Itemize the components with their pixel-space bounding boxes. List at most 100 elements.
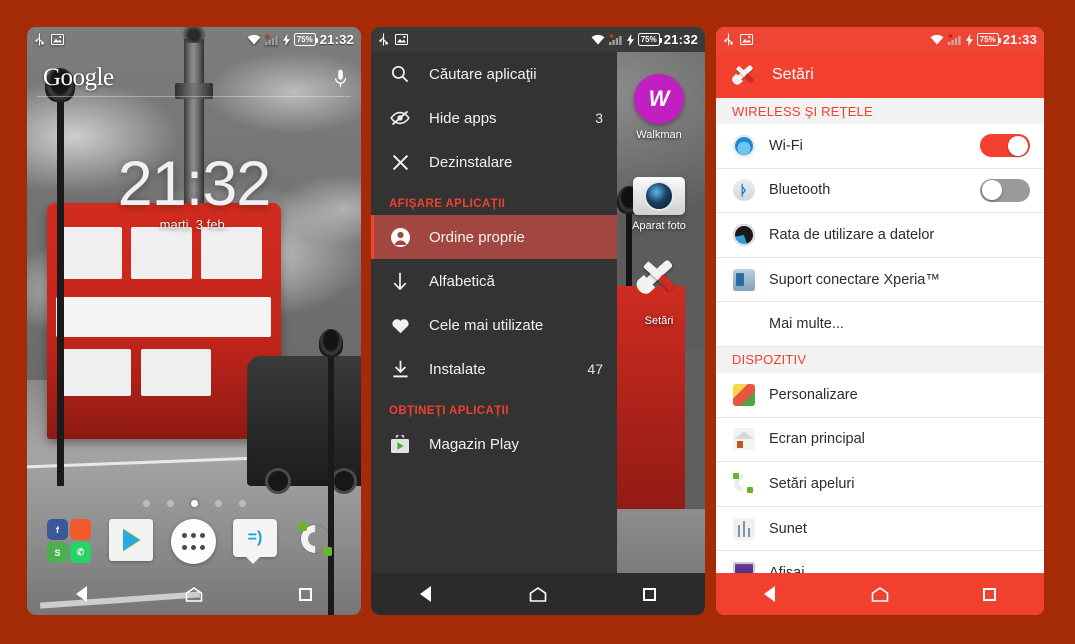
data-usage-icon xyxy=(732,223,756,247)
app-camera[interactable]: Aparat foto xyxy=(617,171,701,232)
menu-section-title-display: AFIŞARE APLICAŢII xyxy=(389,198,506,210)
page-dot[interactable] xyxy=(166,500,174,507)
home-dock: f S ✆ =) xyxy=(27,511,361,573)
page-dot[interactable] xyxy=(238,500,246,507)
charging-bolt-icon xyxy=(282,33,290,46)
menu-item-label: Instalate xyxy=(429,360,486,378)
menu-item-label: Ordine proprie xyxy=(429,228,525,246)
back-icon[interactable] xyxy=(420,586,431,602)
dock-messaging[interactable]: =) xyxy=(233,519,279,565)
whatsapp-icon: ✆ xyxy=(70,542,91,563)
menu-item-label: Dezinstalare xyxy=(429,153,513,171)
close-x-icon xyxy=(389,154,411,171)
phone-home-screen: 75% 21:32 Google 21:32 marți, 3 feb. f S… xyxy=(27,27,361,615)
cellular-signal-error-icon xyxy=(947,34,962,45)
messaging-icon: =) xyxy=(233,519,277,564)
settings-row-label: Bluetooth xyxy=(769,182,831,199)
app-label: Aparat foto xyxy=(632,220,686,232)
settings-row-call-settings[interactable]: Setări apeluri xyxy=(716,462,1044,507)
wifi-toggle[interactable] xyxy=(980,134,1030,158)
walkman-icon: W xyxy=(634,74,684,124)
dock-app-drawer-button[interactable] xyxy=(171,519,217,565)
back-icon[interactable] xyxy=(76,586,87,602)
menu-item-installed[interactable]: Instalate 47 xyxy=(371,347,617,391)
facebook-icon: f xyxy=(47,519,68,540)
menu-item-hide-apps[interactable]: Hide apps 3 xyxy=(371,96,617,140)
battery-indicator: 75% xyxy=(637,33,662,46)
status-bar: 75% 21:33 xyxy=(716,27,1044,52)
dock-folder[interactable]: f S ✆ xyxy=(47,519,93,565)
bluetooth-toggle[interactable] xyxy=(980,178,1030,202)
settings-row-label: Mai multe... xyxy=(769,316,844,333)
settings-row-data-usage[interactable]: Rata de utilizare a datelor xyxy=(716,213,1044,258)
microphone-icon[interactable] xyxy=(334,69,347,88)
usb-icon xyxy=(35,33,44,46)
settings-row-more[interactable]: Mai multe... xyxy=(716,302,1044,347)
page-dot[interactable] xyxy=(142,500,150,507)
settings-row-sound[interactable]: Sunet xyxy=(716,506,1044,552)
heart-icon xyxy=(389,317,411,334)
home-icon[interactable] xyxy=(185,587,203,602)
download-icon xyxy=(389,360,411,378)
menu-item-alphabetical[interactable]: Alfabetică xyxy=(371,259,617,303)
menu-item-uninstall[interactable]: Dezinstalare xyxy=(371,140,617,184)
settings-row-personalization[interactable]: Personalizare xyxy=(716,372,1044,418)
usb-icon xyxy=(379,33,388,46)
settings-row-home-screen[interactable]: Ecran principal xyxy=(716,417,1044,463)
dock-phone[interactable] xyxy=(295,519,341,565)
navigation-bar xyxy=(27,573,361,615)
settings-wrench-icon xyxy=(730,64,755,84)
screenshot-canvas: 75% 21:32 Google 21:32 marți, 3 feb. f S… xyxy=(0,0,1075,644)
hide-apps-icon xyxy=(389,110,411,126)
settings-row-bluetooth[interactable]: ᚦ Bluetooth xyxy=(716,168,1044,214)
charging-bolt-icon xyxy=(965,33,973,46)
menu-item-most-used[interactable]: Cele mai utilizate xyxy=(371,303,617,347)
app-label: Setări xyxy=(644,315,674,327)
settings-list[interactable]: WIRELESS ŞI REŢELE Wi-Fi ᚦ Bluetooth Rat… xyxy=(716,98,1044,573)
charging-bolt-icon xyxy=(626,33,634,46)
app-settings[interactable]: Setări xyxy=(617,259,701,327)
menu-item-search-apps[interactable]: Căutare aplicaţii xyxy=(371,52,617,96)
home-icon[interactable] xyxy=(529,587,547,602)
settings-row-label: Sunet xyxy=(769,520,807,537)
recents-icon[interactable] xyxy=(299,587,312,601)
play-store-icon xyxy=(389,434,411,454)
status-bar-clock: 21:33 xyxy=(1002,32,1037,47)
wifi-icon xyxy=(930,34,944,45)
phone-app-drawer-menu: 75% 21:32 W Walkman Aparat foto Setări C… xyxy=(371,27,705,615)
page-dot-active[interactable] xyxy=(190,500,198,507)
menu-item-count: 47 xyxy=(587,361,603,377)
bluetooth-icon: ᚦ xyxy=(732,178,756,202)
back-icon[interactable] xyxy=(764,586,775,602)
menu-item-label: Hide apps xyxy=(429,109,497,127)
settings-row-wifi[interactable]: Wi-Fi xyxy=(716,124,1044,169)
app-walkman[interactable]: W Walkman xyxy=(617,74,701,141)
navigation-bar xyxy=(371,573,705,615)
google-search-widget[interactable]: Google xyxy=(27,57,361,99)
menu-item-label: Cele mai utilizate xyxy=(429,316,544,334)
page-dot[interactable] xyxy=(214,500,222,507)
settings-row-xperia-connect[interactable]: Suport conectare Xperia™ xyxy=(716,257,1044,303)
personalization-icon xyxy=(732,383,756,407)
drawer-menu-panel: Căutare aplicaţii Hide apps 3 Dezinstala… xyxy=(371,52,617,573)
wifi-icon xyxy=(732,134,756,158)
person-icon xyxy=(389,227,411,247)
recents-icon[interactable] xyxy=(643,587,656,601)
status-bar: 75% 21:32 xyxy=(371,27,705,52)
home-icon[interactable] xyxy=(871,587,889,602)
app-drawer-icon xyxy=(171,519,216,564)
screenshot-image-icon xyxy=(740,34,753,45)
menu-item-own-order[interactable]: Ordine proprie xyxy=(371,215,617,259)
menu-section-title-get-apps: OBŢINEŢI APLICAŢII xyxy=(389,405,509,417)
page-title: Setări xyxy=(772,66,814,83)
recents-icon[interactable] xyxy=(983,587,996,601)
settings-row-display[interactable]: Afişaj xyxy=(716,551,1044,573)
settings-row-label: Rata de utilizare a datelor xyxy=(769,226,935,243)
menu-item-play-store[interactable]: Magazin Play xyxy=(371,422,617,466)
wifi-icon xyxy=(591,34,605,45)
dock-play-store[interactable] xyxy=(109,519,155,565)
app-grid-column: W Walkman Aparat foto Setări xyxy=(613,52,705,573)
home-screen-icon xyxy=(732,427,756,451)
settings-section-header: WIRELESS ŞI REŢELE xyxy=(716,98,1044,124)
battery-indicator: 75% xyxy=(976,33,1001,46)
